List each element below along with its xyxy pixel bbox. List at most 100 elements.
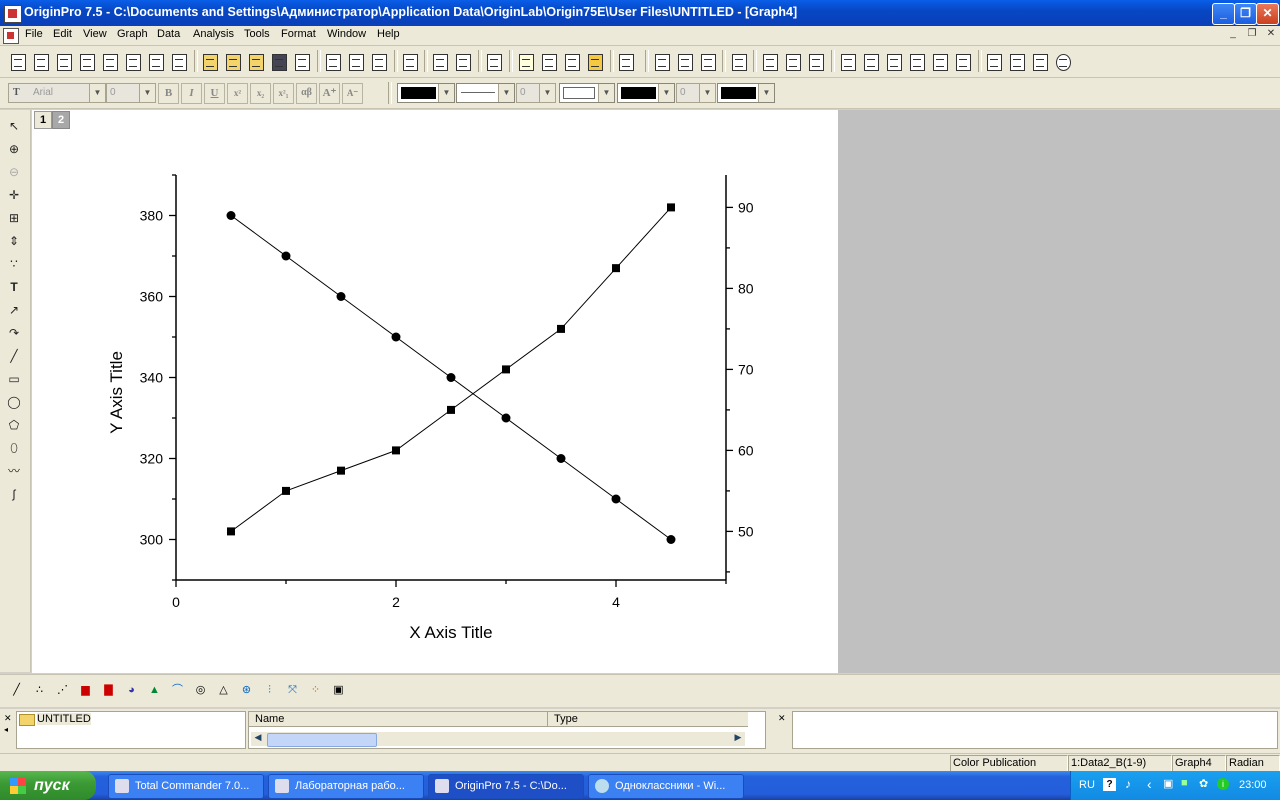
zoom-out-tool[interactable]: ⊖ [4,162,24,182]
save-template-button[interactable] [292,51,313,72]
help-icon[interactable]: ? [1103,778,1116,791]
fill-area-button[interactable]: ⌒ [167,680,188,701]
smith-chart-button[interactable]: ⊛ [236,680,257,701]
axis-box-button[interactable] [907,51,928,72]
underline-button[interactable]: U [204,83,225,104]
folder-tree[interactable]: UNTITLED [16,711,246,749]
menu-format[interactable]: Format [281,28,316,40]
open-button[interactable] [200,51,221,72]
document-icon[interactable] [3,28,19,44]
menu-data[interactable]: Data [157,28,180,40]
rectangle-tool[interactable]: ▭ [4,369,24,389]
polygon-tool[interactable]: ⬠ [4,415,24,435]
scatter-plot-button[interactable]: ∴ [29,680,50,701]
mdi-minimize-button[interactable]: _ [1225,28,1241,42]
menu-help[interactable]: Help [377,28,400,40]
task-total-commander[interactable]: Total Commander 7.0... [108,774,264,799]
menu-graph[interactable]: Graph [117,28,148,40]
info-icon[interactable]: i [1217,778,1229,790]
open-excel-button[interactable] [246,51,267,72]
open-template-button[interactable] [223,51,244,72]
line-width-select[interactable]: 0 ▼ [516,83,556,103]
arrange-layers-button[interactable] [806,51,827,72]
save-project-button[interactable] [269,51,290,72]
folder-contents[interactable]: Name Type ◀ ▶ [248,711,766,749]
polyline-tool[interactable]: 〰 [4,461,24,481]
add-column-button[interactable] [616,51,637,72]
timestamp-button[interactable] [1053,51,1074,72]
task-browser[interactable]: Одноклассники - Wi... [588,774,744,799]
chevron-left-icon[interactable]: ‹ [1147,776,1152,792]
applet-icon[interactable]: ✿ [1199,777,1208,790]
network-icon[interactable]: ▣ [1163,777,1173,790]
font-size-select[interactable]: 0 ▼ [106,83,156,103]
new-project-button[interactable] [8,51,29,72]
mdi-close-button[interactable]: ✕ [1263,28,1279,42]
new-matrix-button[interactable] [100,51,121,72]
scrollbar-thumb[interactable] [267,733,377,747]
italic-button[interactable]: I [181,83,202,104]
pie-plot-button[interactable]: ◕ [121,680,142,701]
curved-arrow-tool[interactable]: ↷ [4,323,24,343]
script-window-button[interactable] [539,51,560,72]
new-function-button[interactable] [123,51,144,72]
color-scale-button[interactable] [1007,51,1028,72]
layer-icon-button[interactable] [1030,51,1051,72]
scroll-right-icon[interactable]: ▶ [731,732,745,746]
arrow-tool[interactable]: ↗ [4,300,24,320]
line-tool[interactable]: ╱ [4,346,24,366]
zoom-in-button[interactable] [652,51,673,72]
column-plot-button[interactable]: ▇ [98,680,119,701]
text-tool[interactable]: T [4,277,24,297]
symbol-size-select[interactable]: 0 ▼ [676,83,716,103]
waterfall-button[interactable]: ⫶ [259,680,280,701]
folder-name[interactable]: UNTITLED [37,713,91,725]
add-layer-button[interactable] [760,51,781,72]
ternary-plot-button[interactable]: △ [213,680,234,701]
maximize-button[interactable]: ❐ [1234,3,1257,25]
supsub-button[interactable]: x²₁ [273,83,294,104]
project-explorer-button[interactable] [484,51,505,72]
new-worksheet-button[interactable] [31,51,52,72]
bold-button[interactable]: B [158,83,179,104]
results-close-icon[interactable]: ✕ [778,713,786,724]
menu-file[interactable]: File [25,28,43,40]
inset-data-button[interactable] [953,51,974,72]
axis-top-button[interactable] [861,51,882,72]
task-word-document[interactable]: Лабораторная рабо... [268,774,424,799]
minimize-button[interactable]: _ [1212,3,1235,25]
decrease-font-button[interactable]: A⁻ [342,83,363,104]
axis-right-button[interactable] [884,51,905,72]
refresh-button[interactable] [430,51,451,72]
zoom-out-button[interactable] [675,51,696,72]
pointer-tool[interactable]: ↖ [4,116,24,136]
import-ascii-button[interactable] [323,51,344,72]
start-button[interactable]: пуск [0,771,96,800]
column-header-name[interactable]: Name [249,712,548,727]
new-excel-button[interactable] [54,51,75,72]
explorer-close-icon[interactable]: ✕ [4,713,12,724]
fill-color-select[interactable]: ▼ [717,83,775,103]
mdi-restore-button[interactable]: ❐ [1244,28,1260,42]
polar-plot-button[interactable]: ◎ [190,680,211,701]
inset-button[interactable] [930,51,951,72]
language-indicator[interactable]: RU [1079,779,1095,791]
graph-page[interactable]: 1 2 0 2 4 300 320 340 360 380 50 60 70 80 90 X Axis T… [32,110,838,673]
explorer-pin-icon[interactable]: ◂ [4,725,8,734]
microphone-icon[interactable]: ♪ [1125,777,1131,791]
task-originpro[interactable]: OriginPro 7.5 - C:\Do... [428,774,584,799]
menu-analysis[interactable]: Analysis [193,28,234,40]
bar-plot-button[interactable]: ▆ [75,680,96,701]
line-color-select[interactable]: ▼ [617,83,675,103]
scroll-left-icon[interactable]: ◀ [251,732,265,746]
column-header-type[interactable]: Type [548,712,748,727]
rescale-button[interactable] [729,51,750,72]
menu-tools[interactable]: Tools [244,28,270,40]
whole-page-button[interactable] [698,51,719,72]
line-symbol-plot-button[interactable]: ⋰ [52,680,73,701]
circle-tool[interactable]: ◯ [4,392,24,412]
menu-edit[interactable]: Edit [53,28,72,40]
screen-reader-tool[interactable]: ✛ [4,185,24,205]
greek-button[interactable]: αβ [296,83,317,104]
close-button[interactable]: ✕ [1256,3,1279,25]
